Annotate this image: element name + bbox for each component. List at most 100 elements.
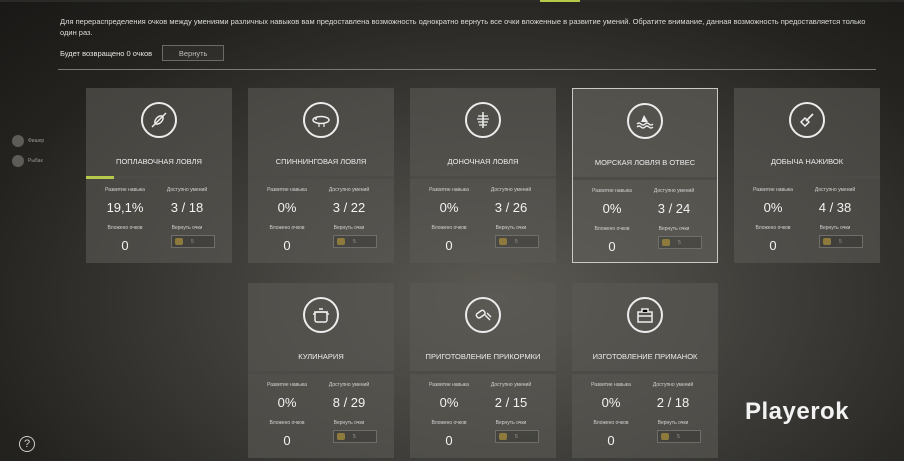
skill-progress-bar <box>248 371 394 374</box>
help-icon[interactable]: ? <box>19 436 35 452</box>
friend-item[interactable]: Рыбак <box>12 151 44 171</box>
available-value: 4 / 38 <box>818 200 852 215</box>
return-points-button[interactable]: 5 <box>333 430 377 443</box>
refund-row: Будет возвращено 0 очков Вернуть <box>60 45 225 61</box>
return-points-button[interactable]: 5 <box>171 235 215 248</box>
skill-title: Спиннинговая ловля <box>275 157 367 166</box>
development-value: 19,1% <box>106 200 144 215</box>
return-label: Вернуть очки <box>658 226 690 232</box>
invested-value: 0 <box>607 433 615 448</box>
skill-card[interactable]: Морская ловля в отвес Развитие навыка До… <box>572 88 718 263</box>
development-label: Развитие навыка <box>105 187 145 193</box>
bottom-feeder-icon <box>465 102 501 138</box>
return-points-button[interactable]: 5 <box>658 236 702 249</box>
friends-list: Фишер Рыбак <box>12 131 44 171</box>
pot-icon <box>303 297 339 333</box>
skill-title: Добыча наживок <box>770 157 844 166</box>
info-text: Для перераспределения очков между умения… <box>60 17 866 37</box>
invested-value: 0 <box>769 238 777 253</box>
refund-label: Будет возвращено 0 очков <box>60 48 153 58</box>
return-label: Вернуть очки <box>333 420 365 426</box>
return-label: Вернуть очки <box>333 225 365 231</box>
available-label: Доступно умений <box>328 382 370 388</box>
available-label: Доступно умений <box>490 382 532 388</box>
float-icon <box>141 102 177 138</box>
invested-value: 0 <box>121 238 129 253</box>
invested-value: 0 <box>608 239 616 254</box>
return-cost: 5 <box>191 238 194 245</box>
development-value: 0% <box>439 395 459 410</box>
development-value: 0% <box>439 200 459 215</box>
invested-label: Вложено очков <box>431 420 467 426</box>
available-value: 2 / 18 <box>656 395 690 410</box>
skill-card[interactable]: Поплавочная ловля Развитие навыка Доступ… <box>86 88 232 263</box>
coin-icon <box>499 238 507 245</box>
available-value: 2 / 15 <box>494 395 528 410</box>
development-value: 0% <box>601 395 621 410</box>
development-label: Развитие навыка <box>591 382 631 388</box>
invested-value: 0 <box>445 433 453 448</box>
invested-label: Вложено очков <box>594 226 630 232</box>
invested-label: Вложено очков <box>593 420 629 426</box>
avatar <box>12 155 24 167</box>
refund-button[interactable]: Вернуть <box>162 45 225 61</box>
development-value: 0% <box>277 395 297 410</box>
skill-progress-bar <box>572 371 718 374</box>
skill-title: Приготовление прикормки <box>425 352 541 361</box>
skill-progress-bar <box>86 176 232 179</box>
skill-title: Доночная ловля <box>447 157 519 166</box>
return-points-button[interactable]: 5 <box>333 235 377 248</box>
return-label: Вернуть очки <box>495 225 527 231</box>
friend-name: Фишер <box>28 138 45 144</box>
coin-icon <box>175 238 183 245</box>
invested-label: Вложено очков <box>755 225 791 231</box>
return-label: Вернуть очки <box>171 225 203 231</box>
development-label: Развитие навыка <box>429 187 469 193</box>
available-value: 3 / 22 <box>332 200 366 215</box>
available-label: Доступно умений <box>328 187 370 193</box>
invested-label: Вложено очков <box>269 225 305 231</box>
coin-icon <box>662 239 670 246</box>
return-label: Вернуть очки <box>819 225 851 231</box>
sea-fishing-icon <box>627 103 663 139</box>
skill-card[interactable]: Кулинария Развитие навыка Доступно умени… <box>248 283 394 458</box>
skill-card[interactable]: Спиннинговая ловля Развитие навыка Досту… <box>248 88 394 263</box>
skill-card[interactable]: Доночная ловля Развитие навыка Доступно … <box>410 88 556 263</box>
available-label: Доступно умений <box>814 187 856 193</box>
invested-value: 0 <box>445 238 453 253</box>
development-label: Развитие навыка <box>753 187 793 193</box>
development-label: Развитие навыка <box>267 382 307 388</box>
return-points-button[interactable]: 5 <box>819 235 863 248</box>
return-points-button[interactable]: 5 <box>495 235 539 248</box>
return-cost: 5 <box>353 433 356 440</box>
available-value: 3 / 26 <box>494 200 528 215</box>
skill-progress-bar <box>573 177 717 180</box>
skill-progress-bar <box>410 371 556 374</box>
invested-label: Вложено очков <box>431 225 467 231</box>
return-points-button[interactable]: 5 <box>495 430 539 443</box>
available-value: 8 / 29 <box>332 395 366 410</box>
top-bar <box>0 0 904 2</box>
invested-label: Вложено очков <box>269 420 305 426</box>
skill-progress-bar <box>734 176 880 179</box>
coin-icon <box>499 433 507 440</box>
return-cost: 5 <box>353 238 356 245</box>
coin-icon <box>337 238 345 245</box>
skill-card[interactable]: Добыча наживок Развитие навыка Доступно … <box>734 88 880 263</box>
skill-card[interactable]: Приготовление прикормки Развитие навыка … <box>410 283 556 458</box>
return-cost: 5 <box>678 239 681 246</box>
development-label: Развитие навыка <box>267 187 307 193</box>
invested-value: 0 <box>283 238 291 253</box>
friend-item[interactable]: Фишер <box>12 131 44 151</box>
return-cost: 5 <box>515 238 518 245</box>
return-label: Вернуть очки <box>495 420 527 426</box>
skill-card[interactable]: Изготовление приманок Развитие навыка До… <box>572 283 718 458</box>
development-value: 0% <box>602 201 622 216</box>
toolbox-icon <box>627 297 663 333</box>
development-label: Развитие навыка <box>429 382 469 388</box>
available-value: 3 / 18 <box>170 200 204 215</box>
coin-icon <box>661 433 669 440</box>
return-label: Вернуть очки <box>657 420 689 426</box>
avatar <box>12 135 24 147</box>
return-points-button[interactable]: 5 <box>657 430 701 443</box>
